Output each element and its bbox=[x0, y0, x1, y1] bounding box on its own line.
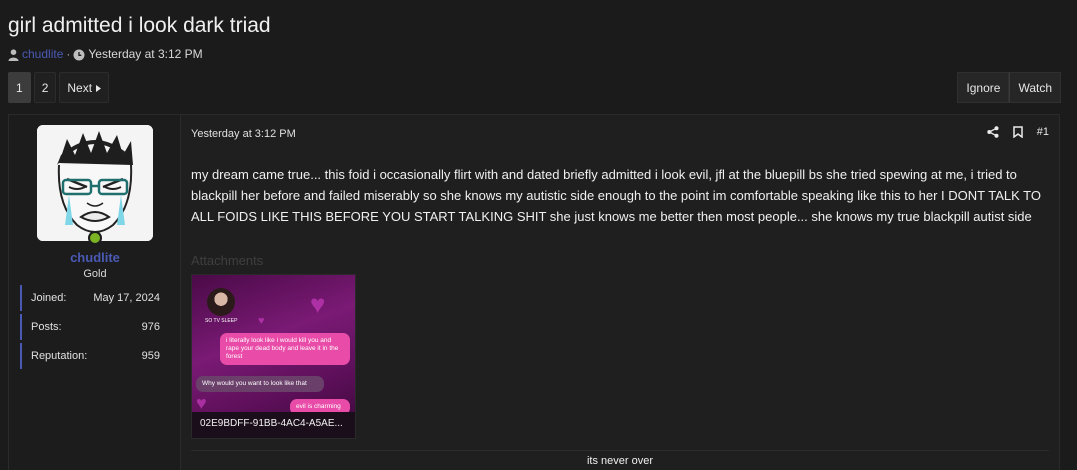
thread-date[interactable]: Yesterday at 3:12 PM bbox=[88, 47, 202, 61]
page-1-button[interactable]: 1 bbox=[8, 72, 31, 103]
page-2-button[interactable]: 2 bbox=[33, 72, 57, 103]
signature-divider bbox=[191, 450, 1049, 451]
post-main: Yesterday at 3:12 PM #1 my dream came tr… bbox=[181, 115, 1059, 470]
share-icon[interactable] bbox=[987, 126, 999, 138]
post-username[interactable]: chudlite bbox=[9, 250, 181, 265]
post-user-cell: chudlite Gold Joined: May 17, 2024 Posts… bbox=[9, 115, 181, 470]
avatar[interactable] bbox=[37, 125, 153, 241]
stat-posts: Posts: 976 bbox=[20, 314, 168, 340]
stat-label: Joined: bbox=[31, 292, 67, 304]
bookmark-icon[interactable] bbox=[1013, 126, 1023, 139]
post-date[interactable]: Yesterday at 3:12 PM bbox=[191, 128, 296, 140]
contact-name: SO TV SLEEP bbox=[205, 318, 238, 324]
stat-joined: Joined: May 17, 2024 bbox=[20, 285, 168, 311]
heart-decoration: ♥ bbox=[258, 315, 265, 327]
stat-value: May 17, 2024 bbox=[93, 292, 160, 304]
post-number-link[interactable]: #1 bbox=[1037, 126, 1049, 138]
next-label: Next bbox=[67, 80, 93, 95]
online-status-indicator bbox=[88, 231, 102, 245]
pagination: 1 2 Next bbox=[8, 72, 110, 103]
chevron-right-icon bbox=[96, 81, 102, 95]
message-bubble: i literally look like i would kill you a… bbox=[220, 333, 350, 365]
stat-value: 959 bbox=[141, 350, 160, 362]
avatar-image bbox=[37, 125, 153, 241]
watch-button[interactable]: Watch bbox=[1009, 72, 1061, 103]
thread-title: girl admitted i look dark triad bbox=[8, 14, 271, 37]
contact-avatar bbox=[207, 288, 235, 316]
user-stats: Joined: May 17, 2024 Posts: 976 Reputati… bbox=[20, 285, 168, 372]
message-bubble: Why would you want to look like that bbox=[196, 376, 324, 392]
post-tools: #1 bbox=[987, 126, 1049, 139]
stat-value: 976 bbox=[141, 321, 160, 333]
next-page-button[interactable]: Next bbox=[59, 72, 110, 103]
ignore-button[interactable]: Ignore bbox=[957, 72, 1010, 103]
post: chudlite Gold Joined: May 17, 2024 Posts… bbox=[8, 114, 1060, 470]
signature: its never over bbox=[586, 455, 654, 467]
stat-label: Reputation: bbox=[31, 350, 88, 362]
meta-separator: · bbox=[66, 47, 71, 61]
thread-author-link[interactable]: chudlite bbox=[22, 47, 63, 61]
post-body: my dream came true... this foid i occasi… bbox=[191, 167, 1041, 224]
user-title: Gold bbox=[83, 268, 107, 280]
clock-icon bbox=[73, 47, 85, 61]
attachments-label: Attachments bbox=[191, 253, 264, 268]
stat-reputation: Reputation: 959 bbox=[20, 343, 168, 369]
attachment-filename: 02E9BDFF-91BB-4AC4-A5AE... bbox=[192, 412, 355, 438]
thread-actions: Ignore Watch bbox=[957, 72, 1061, 103]
heart-decoration: ♥ bbox=[310, 289, 326, 319]
user-icon bbox=[8, 47, 19, 61]
stat-label: Posts: bbox=[31, 321, 62, 333]
attachment-thumbnail[interactable]: ♥ ♥ ♥ SO TV SLEEP i literally look like … bbox=[191, 274, 356, 439]
heart-decoration: ♥ bbox=[196, 393, 207, 413]
thread-meta: chudlite · Yesterday at 3:12 PM bbox=[8, 47, 203, 61]
